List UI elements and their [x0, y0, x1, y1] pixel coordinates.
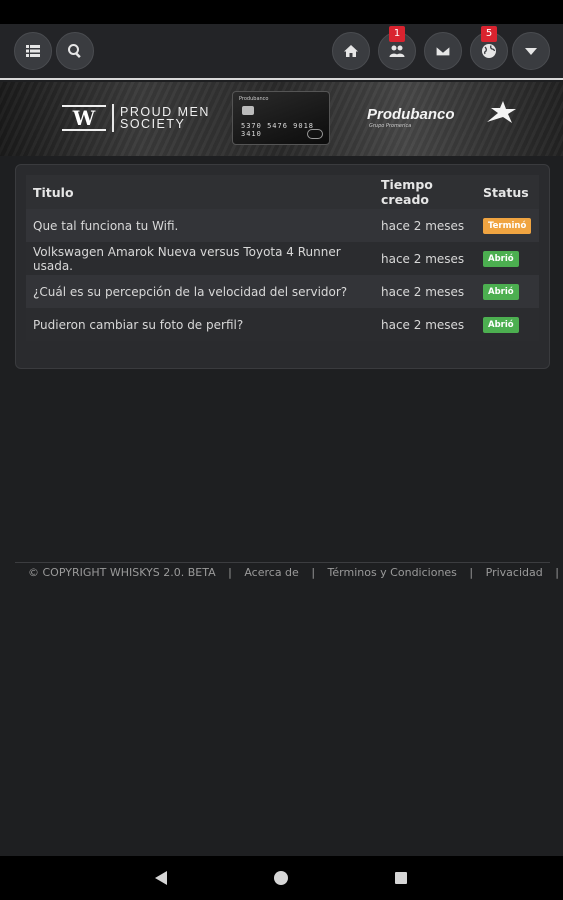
status-badge: Terminó: [483, 218, 532, 234]
home-circle-icon: [274, 871, 288, 885]
proud-men-society-logo: W PROUD MEN SOCIETY: [62, 102, 210, 134]
footer-link-privacy[interactable]: Privacidad: [486, 566, 543, 579]
header-status[interactable]: Status: [476, 175, 539, 209]
produbanco-logo: Produbanco Grupo Promerica: [367, 101, 516, 129]
android-home-button[interactable]: [272, 869, 290, 887]
footer-separator: |: [469, 566, 474, 579]
card-chip-icon: [242, 106, 254, 115]
top-navbar: 1 5: [0, 24, 563, 80]
notifications-count-badge: 5: [481, 26, 497, 42]
footer-separator: |: [555, 566, 559, 579]
produbanco-star-icon: [487, 101, 516, 123]
envelope-icon: [435, 45, 451, 57]
friends-count-badge: 1: [389, 26, 405, 42]
topic-time: hace 2 meses: [374, 308, 476, 341]
produbanco-name: Produbanco: [367, 106, 455, 123]
status-badge: Abrió: [483, 284, 519, 300]
search-button[interactable]: [56, 32, 94, 70]
pms-mark: W: [62, 105, 106, 131]
globe-icon: [482, 44, 496, 58]
list-icon: [26, 45, 40, 57]
topics-panel: Titulo Tiempo creado Status Que tal func…: [15, 164, 550, 369]
notifications-button[interactable]: 5: [470, 26, 508, 70]
menu-list-button[interactable]: [14, 32, 52, 70]
copyright-text: © COPYRIGHT WHISKYS 2.0. BETA: [28, 566, 216, 579]
home-icon: [344, 45, 358, 57]
card-network-icon: [307, 129, 323, 139]
footer-link-about[interactable]: Acerca de: [244, 566, 298, 579]
sponsor-banner[interactable]: W PROUD MEN SOCIETY Produbanco 5370 5476…: [0, 82, 563, 156]
card-brand: Produbanco: [239, 96, 269, 102]
topic-title[interactable]: Pudieron cambiar su foto de perfil?: [26, 308, 374, 341]
topic-title[interactable]: ¿Cuál es su percepción de la velocidad d…: [26, 275, 374, 308]
table-row[interactable]: ¿Cuál es su percepción de la velocidad d…: [26, 275, 539, 308]
system-status-bar: [0, 0, 563, 24]
android-navigation-bar: [0, 856, 563, 900]
caret-down-icon: [525, 48, 537, 55]
footer-divider: [15, 562, 550, 563]
topics-table: Titulo Tiempo creado Status Que tal func…: [26, 175, 539, 341]
pms-line2: SOCIETY: [120, 117, 186, 131]
users-icon: [389, 45, 405, 57]
recents-square-icon: [395, 872, 407, 884]
table-row[interactable]: Pudieron cambiar su foto de perfil? hace…: [26, 308, 539, 341]
footer: © COPYRIGHT WHISKYS 2.0. BETA | Acerca d…: [28, 566, 563, 579]
header-title[interactable]: Titulo: [26, 175, 374, 209]
messages-button[interactable]: [424, 32, 462, 70]
topic-title[interactable]: Volkswagen Amarok Nueva versus Toyota 4 …: [26, 242, 374, 275]
footer-separator: |: [228, 566, 232, 579]
topic-time: hace 2 meses: [374, 275, 476, 308]
android-recents-button[interactable]: [392, 869, 410, 887]
table-row[interactable]: Que tal funciona tu Wifi. hace 2 meses T…: [26, 209, 539, 242]
header-time-created[interactable]: Tiempo creado: [374, 175, 476, 209]
topic-time: hace 2 meses: [374, 242, 476, 275]
footer-link-terms[interactable]: Términos y Condiciones: [328, 566, 457, 579]
topic-title[interactable]: Que tal funciona tu Wifi.: [26, 209, 374, 242]
android-back-button[interactable]: [152, 869, 170, 887]
credit-card-image: Produbanco 5370 5476 9018 3410: [232, 91, 330, 145]
status-badge: Abrió: [483, 317, 519, 333]
status-badge: Abrió: [483, 251, 519, 267]
topic-time: hace 2 meses: [374, 209, 476, 242]
footer-separator: |: [311, 566, 316, 579]
produbanco-tagline: Grupo Promerica: [369, 123, 412, 129]
back-triangle-icon: [155, 871, 167, 885]
search-icon: [68, 44, 81, 59]
home-button[interactable]: [332, 32, 370, 70]
account-dropdown-button[interactable]: [512, 32, 550, 70]
friends-button[interactable]: 1: [378, 26, 416, 70]
table-row[interactable]: Volkswagen Amarok Nueva versus Toyota 4 …: [26, 242, 539, 275]
table-header-row: Titulo Tiempo creado Status: [26, 175, 539, 209]
